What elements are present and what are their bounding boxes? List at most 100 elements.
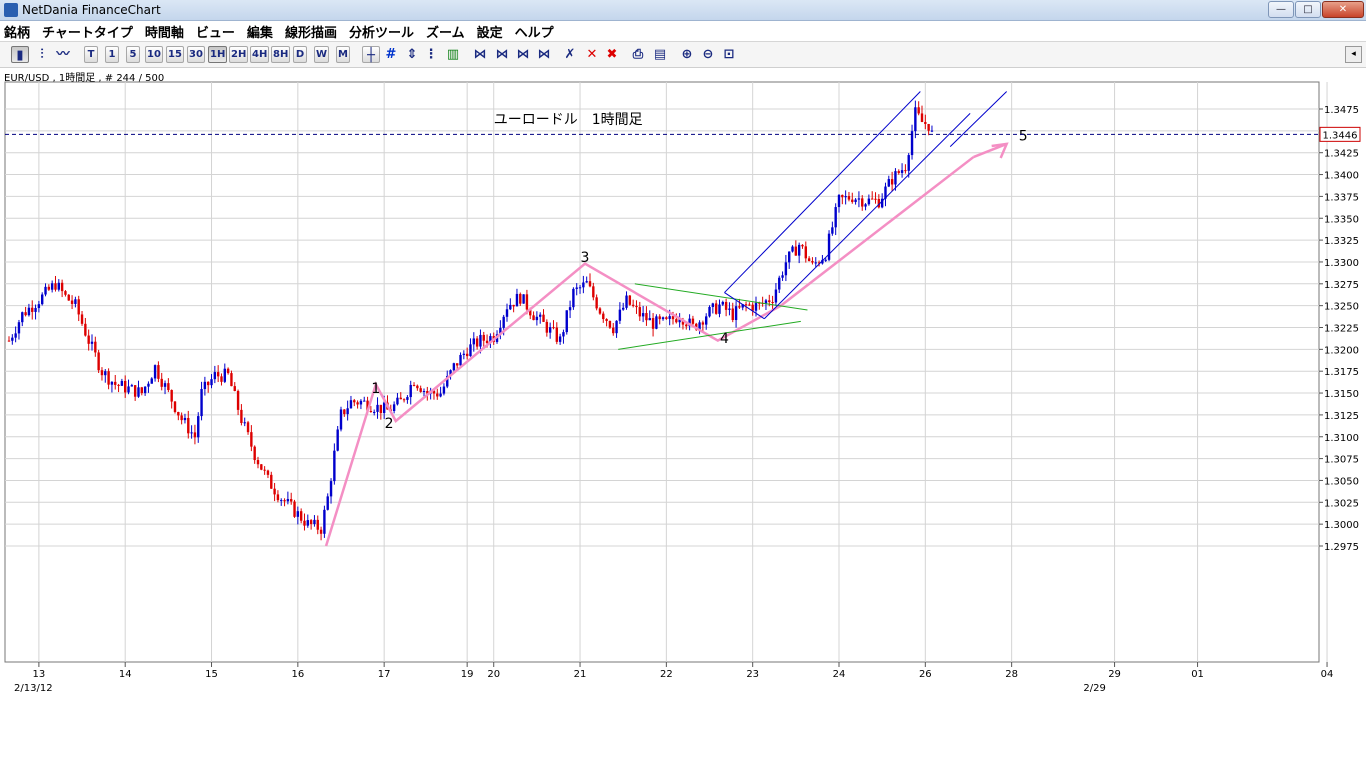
candle-body [705, 316, 708, 325]
candle-body [691, 318, 695, 324]
menu-drawing[interactable]: 線形描画 [285, 22, 337, 41]
menu-symbol[interactable]: 銘柄 [4, 22, 30, 41]
candle-body [406, 397, 409, 400]
candle-body [807, 258, 811, 262]
timeframe-button[interactable]: 2H [229, 46, 249, 63]
channel-icon[interactable]: ⋈ [495, 46, 509, 63]
price-tick-label: 1.3225 [1324, 324, 1359, 335]
menu-analysis[interactable]: 分析ツール [349, 22, 414, 41]
trendline-icon[interactable]: ⋈ [473, 46, 487, 63]
line-chart-icon[interactable]: 〰 [56, 46, 70, 63]
candle-body [313, 519, 316, 525]
candle-body [734, 306, 738, 321]
candle-body [542, 314, 545, 322]
delete-all-icon[interactable]: ✖ [605, 46, 619, 63]
candle-body [532, 315, 535, 321]
zoom-out-icon[interactable]: ⊖ [701, 46, 715, 63]
timeframe-button[interactable]: 1H [208, 46, 228, 63]
print-icon[interactable]: ⎙ [631, 46, 645, 63]
zoom-reset-icon[interactable]: ⊡ [722, 46, 736, 63]
menu-help[interactable]: ヘルプ [515, 22, 554, 41]
menu-settings[interactable]: 設定 [477, 22, 503, 41]
indicator-icon[interactable]: ⋮ [424, 46, 438, 63]
candle-body [482, 334, 485, 341]
timeframe-button[interactable]: 10 [145, 46, 163, 63]
candle-body [100, 370, 104, 376]
price-chart[interactable]: 12345 1.29751.30001.30251.30501.30751.31… [0, 80, 1366, 695]
timeframe-button[interactable]: W [314, 46, 330, 63]
fibonacci-icon[interactable]: ⋈ [516, 46, 530, 63]
bar-chart-icon[interactable]: ⫶ [35, 46, 49, 63]
delete-selected-icon[interactable]: ✕ [585, 46, 599, 63]
menu-timeframe[interactable]: 時間軸 [145, 22, 184, 41]
candle-body [183, 417, 187, 421]
candle-body [127, 386, 130, 393]
wave-label: 1 [371, 381, 380, 397]
maximize-button[interactable]: □ [1295, 1, 1321, 18]
menu-chart-type[interactable]: チャートタイプ [42, 22, 133, 41]
price-tick-label: 1.3050 [1324, 476, 1359, 487]
menu-edit[interactable]: 編集 [247, 22, 273, 41]
candle-body [14, 333, 17, 338]
time-end-label: 2/29 [1083, 683, 1105, 694]
timeframe-button[interactable]: 4H [250, 46, 270, 63]
window-controls: — □ ✕ [1268, 1, 1364, 18]
crosshair-icon[interactable]: ┼ [362, 46, 380, 63]
candle-body [874, 198, 877, 200]
candle-body [887, 179, 890, 187]
candle-body [290, 499, 293, 502]
candle-body [505, 309, 509, 317]
menu-view[interactable]: ビュー [196, 22, 235, 41]
candle-body [824, 259, 827, 261]
candle-body [44, 286, 47, 295]
candlestick-icon[interactable]: ▮ [11, 46, 29, 63]
zoom-in-icon[interactable]: ⊕ [680, 46, 694, 63]
time-tick-label: 13 [33, 669, 46, 680]
timeframe-button[interactable]: D [293, 46, 307, 63]
timeframe-button[interactable]: 15 [166, 46, 184, 63]
candle-body [373, 411, 376, 413]
menu-zoom[interactable]: ズーム [426, 22, 465, 41]
menu-bar: 銘柄 チャートタイプ 時間軸 ビュー 編集 線形描画 分析ツール ズーム 設定 … [0, 21, 1366, 42]
price-tick-label: 1.3300 [1324, 258, 1359, 269]
minimize-button[interactable]: — [1268, 1, 1294, 18]
timeframe-button[interactable]: T [84, 46, 98, 63]
price-tick-label: 1.3400 [1324, 171, 1359, 182]
candle-body [187, 417, 190, 434]
candle-body [731, 308, 734, 321]
candle-body [904, 170, 907, 172]
candle-body [439, 393, 442, 397]
candle-body [668, 316, 671, 319]
export-icon[interactable]: ▤ [653, 46, 667, 63]
cycle-icon[interactable]: ✗ [563, 46, 577, 63]
toolbar-scroll-button[interactable]: ◂ [1345, 46, 1362, 63]
candle-body [392, 404, 396, 412]
candle-body [608, 320, 612, 328]
candle-body [210, 379, 213, 386]
timeframe-button[interactable]: 1 [105, 46, 119, 63]
candle-body [525, 294, 529, 310]
candle-body [70, 300, 74, 304]
grid-icon[interactable]: # [384, 46, 398, 63]
candle-body [834, 207, 837, 228]
candle-body [419, 388, 422, 392]
candle-body [216, 372, 220, 377]
price-tick-label: 1.3250 [1324, 302, 1359, 313]
timeframe-button[interactable]: 5 [126, 46, 140, 63]
time-tick-label: 19 [461, 669, 474, 680]
timeframe-button[interactable]: 8H [271, 46, 291, 63]
candle-body [658, 316, 661, 320]
volume-icon[interactable]: ▥ [446, 46, 460, 63]
candle-body [509, 304, 512, 310]
candle-body [343, 409, 346, 415]
gann-icon[interactable]: ⋈ [537, 46, 551, 63]
scale-icon[interactable]: ⇕ [405, 46, 419, 63]
candle-body [655, 316, 658, 329]
timeframe-button[interactable]: M [336, 46, 350, 63]
timeframe-button[interactable]: 30 [187, 46, 205, 63]
candle-body [605, 319, 608, 321]
candle-body [575, 287, 578, 289]
price-tick-label: 1.3325 [1324, 236, 1359, 247]
candle-body [21, 312, 24, 323]
close-button[interactable]: ✕ [1322, 1, 1364, 18]
